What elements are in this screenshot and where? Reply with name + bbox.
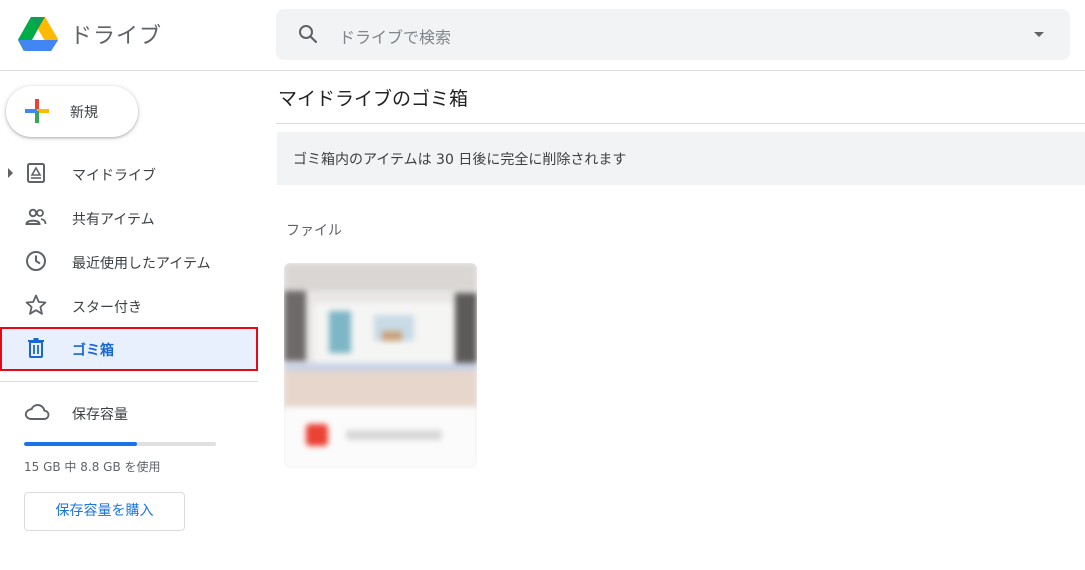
- top-header: ドライブ ドライブで検索: [0, 0, 1085, 71]
- storage-usage-text: 15 GB 中 8.8 GB を使用: [24, 460, 161, 474]
- trash-notice-text: ゴミ箱内のアイテムは 30 日後に完全に削除されます: [293, 152, 627, 168]
- sidebar-item-label: ゴミ箱: [72, 343, 114, 359]
- sidebar-item-recent[interactable]: 最近使用したアイテム: [0, 240, 258, 282]
- drive-icon: [27, 163, 45, 183]
- storage-usage-fill: [24, 442, 138, 446]
- clock-icon: [26, 251, 46, 271]
- plus-icon: [25, 99, 49, 123]
- file-card[interactable]: [284, 263, 477, 468]
- file-thumbnail[interactable]: [284, 263, 477, 408]
- people-icon: [25, 208, 47, 225]
- buy-storage-button[interactable]: 保存容量を購入: [24, 492, 185, 531]
- sidebar-item-storage[interactable]: 保存容量: [0, 393, 258, 433]
- expand-arrow-icon[interactable]: [8, 168, 13, 178]
- cloud-icon: [24, 404, 50, 420]
- new-button-label: 新規: [70, 105, 98, 121]
- search-bar[interactable]: ドライブで検索: [276, 9, 1070, 60]
- page-title[interactable]: マイドライブのゴミ箱: [278, 84, 468, 111]
- sidebar-item-trash[interactable]: ゴミ箱: [0, 327, 258, 371]
- trash-icon: [28, 338, 44, 358]
- sidebar-item-my-drive[interactable]: マイドライブ: [0, 152, 258, 194]
- title-divider: [276, 123, 1085, 124]
- search-placeholder[interactable]: ドライブで検索: [339, 24, 451, 48]
- files-section-label: ファイル: [286, 223, 342, 239]
- sidebar-divider: [0, 381, 258, 382]
- sidebar-item-label: マイドライブ: [72, 168, 156, 184]
- star-icon: [25, 294, 47, 315]
- new-button[interactable]: 新規: [6, 86, 138, 137]
- storage-label: 保存容量: [72, 407, 128, 423]
- file-card-footer: [284, 408, 477, 468]
- sidebar-item-label: スター付き: [72, 300, 142, 316]
- sidebar-item-shared[interactable]: 共有アイテム: [0, 196, 258, 238]
- sidebar-item-label: 最近使用したアイテム: [72, 256, 211, 272]
- google-drive-logo[interactable]: [18, 16, 58, 52]
- app-title: ドライブ: [70, 24, 163, 49]
- search-icon[interactable]: [296, 22, 320, 46]
- sidebar-item-starred[interactable]: スター付き: [0, 284, 258, 326]
- search-options-dropdown-icon[interactable]: [1034, 32, 1044, 37]
- storage-usage-bar: [24, 442, 216, 446]
- sidebar-item-label: 共有アイテム: [72, 212, 155, 228]
- trash-notice-banner: ゴミ箱内のアイテムは 30 日後に完全に削除されます: [277, 132, 1085, 185]
